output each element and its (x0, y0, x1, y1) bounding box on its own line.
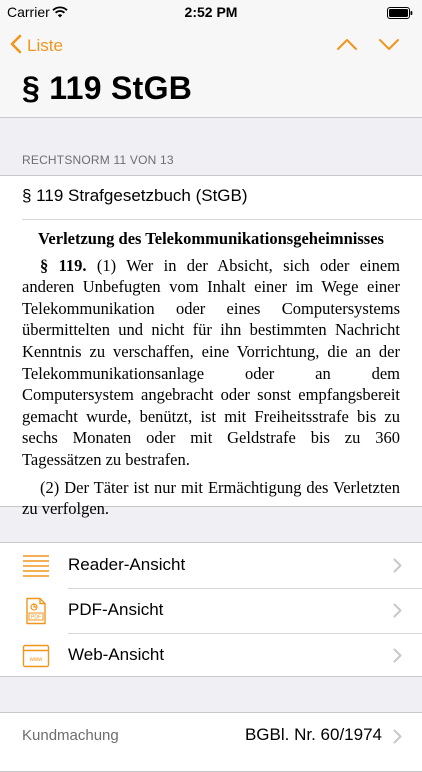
section-header: RECHTSNORM 11 VON 13 (22, 153, 174, 167)
status-bar: Carrier 2:52 PM (0, 0, 422, 24)
chevron-right-icon (393, 603, 402, 623)
chevron-left-icon (10, 34, 22, 59)
reader-view-icon (22, 552, 50, 580)
kundmachung-value: BGBl. Nr. 60/1974 (244, 725, 382, 744)
next-norm-chevron-down-icon[interactable] (378, 36, 400, 52)
svg-text:www: www (29, 657, 44, 663)
web-view-row[interactable]: www Web-Ansicht (0, 633, 422, 678)
law-heading: § 119 Strafgesetzbuch (StGB) (22, 186, 248, 205)
clock-time: 2:52 PM (184, 4, 238, 20)
page-title: § 119 StGB (22, 70, 193, 106)
paragraph-2: (2) Der Täter ist nur mit Ermächtigung d… (22, 477, 400, 519)
back-button-label: Liste (27, 36, 63, 55)
chevron-right-icon (393, 729, 402, 749)
previous-norm-chevron-up-icon[interactable] (336, 36, 358, 52)
kundmachung-label: Kundmachung (22, 727, 119, 744)
paragraph-1: § 119. (1) Wer in der Absicht, sich oder… (22, 255, 400, 471)
pdf-view-row[interactable]: PDF PDF-Ansicht (0, 588, 422, 633)
navigation-bar: Liste § 119 StGB (0, 24, 422, 118)
kundmachung-row[interactable]: Kundmachung BGBl. Nr. 60/1974 (0, 712, 422, 772)
svg-text:PDF: PDF (31, 615, 41, 621)
chevron-right-icon (393, 648, 402, 668)
web-view-label: Web-Ansicht (68, 645, 165, 664)
paragraph-1-text: (1) Wer in der Absicht, sich oder einem … (22, 255, 401, 469)
reader-view-row[interactable]: Reader-Ansicht (0, 543, 422, 588)
divider (22, 219, 422, 220)
law-text-card: § 119 Strafgesetzbuch (StGB) Verletzung … (0, 175, 422, 518)
navigation-arrows (336, 36, 400, 52)
pdf-file-icon: PDF (22, 597, 50, 625)
paragraph-number: § 119. (40, 255, 87, 275)
web-browser-icon: www (22, 642, 50, 670)
paragraph-title: Verletzung des Telekommunikationsgeheimn… (38, 229, 384, 248)
reader-view-label: Reader-Ansicht (68, 555, 186, 574)
law-body: Verletzung des Telekommunikationsgeheimn… (22, 228, 400, 526)
pdf-view-label: PDF-Ansicht (68, 600, 164, 619)
battery-icon (387, 6, 413, 24)
chevron-right-icon (393, 558, 402, 578)
view-options-list: Reader-Ansicht PDF PDF-Ansicht www Web-A… (0, 542, 422, 677)
back-button[interactable]: Liste (10, 34, 63, 58)
